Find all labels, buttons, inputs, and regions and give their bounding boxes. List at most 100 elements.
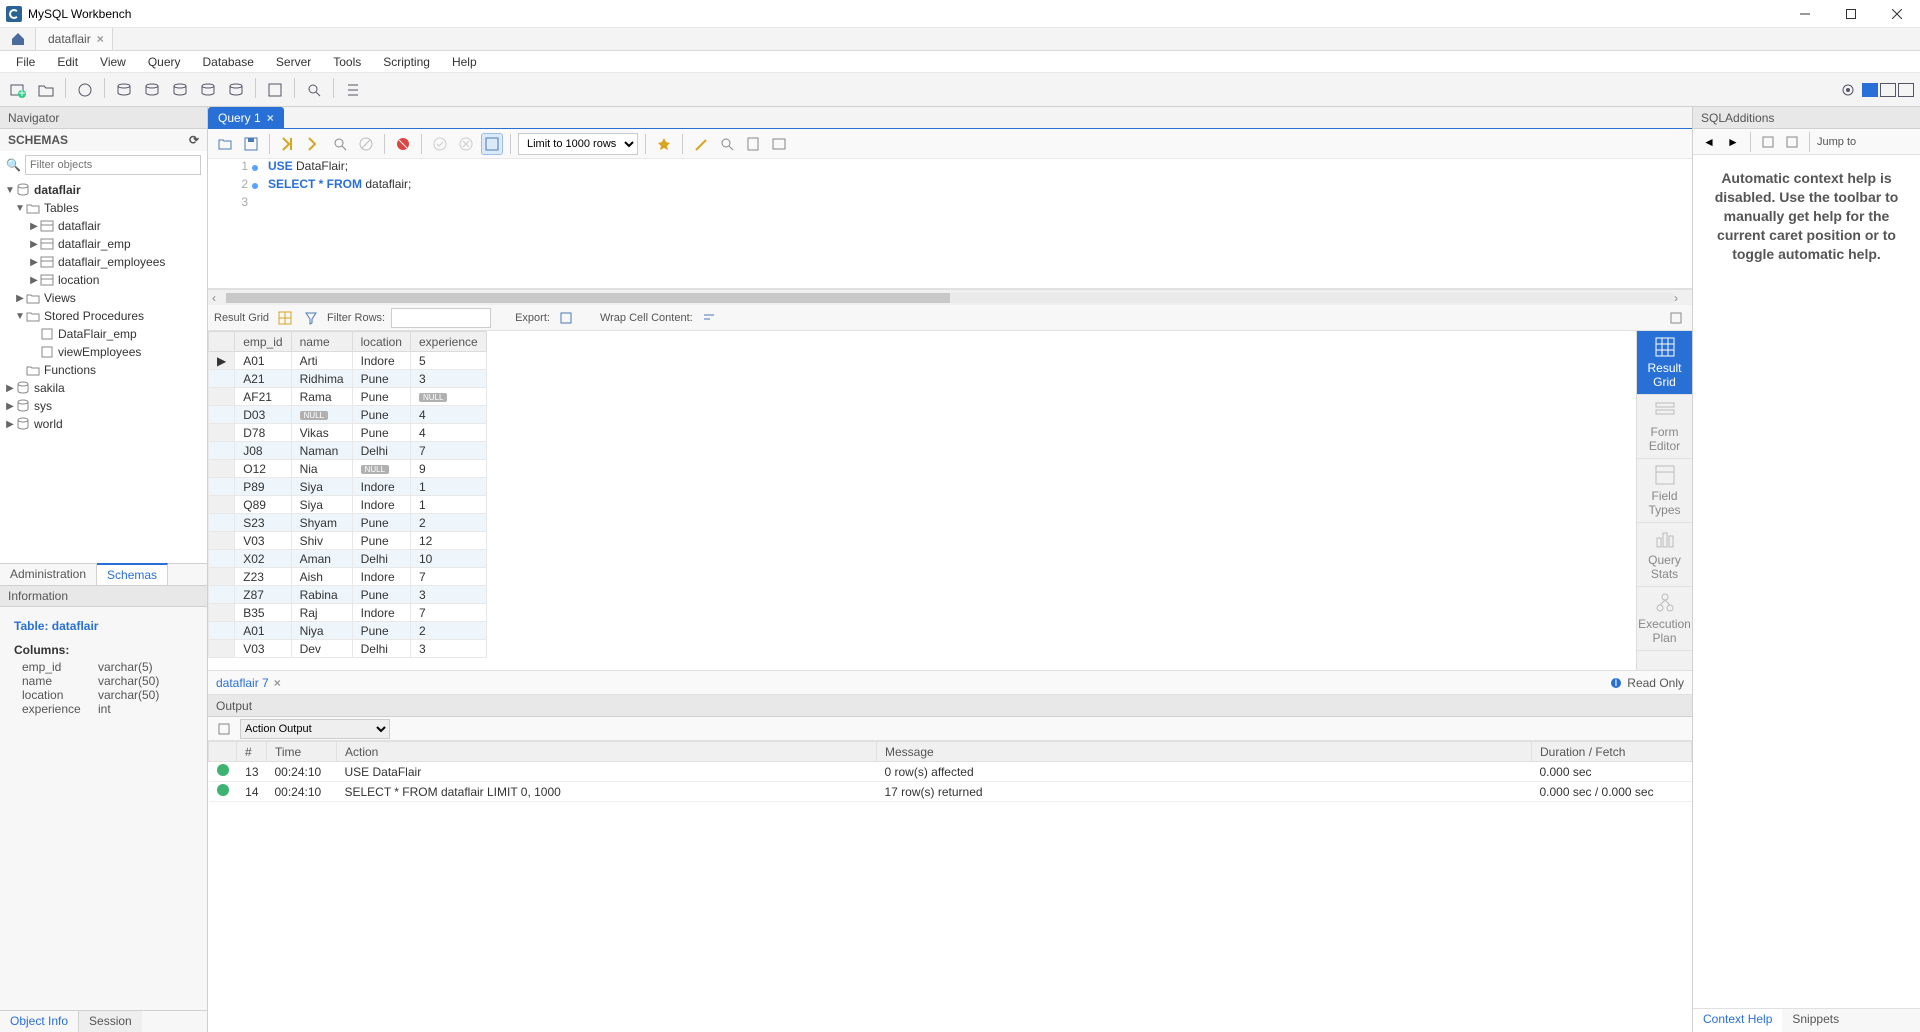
folder-views[interactable]: Views [44,291,76,305]
no-limit-icon[interactable] [392,133,414,155]
filter-rows-input[interactable] [391,308,491,328]
tb-icon-6[interactable] [224,78,248,102]
tab-schemas[interactable]: Schemas [97,563,168,585]
explain-icon[interactable] [329,133,351,155]
menu-file[interactable]: File [6,53,45,71]
commit-icon[interactable] [429,133,451,155]
folder-functions[interactable]: Functions [44,363,96,377]
stop-icon[interactable] [355,133,377,155]
close-icon[interactable]: × [267,111,274,125]
sql-editor[interactable]: 1USE DataFlair; 2SELECT * FROM dataflair… [208,159,1692,289]
output-table[interactable]: #TimeActionMessageDuration / Fetch1300:2… [208,741,1692,1032]
tb-icon-3[interactable] [140,78,164,102]
close-icon[interactable]: × [97,32,104,46]
settings-icon[interactable] [1836,78,1860,102]
table-dataflair-employees[interactable]: dataflair_employees [58,255,165,269]
help-icon-1[interactable] [1758,132,1778,152]
save-icon[interactable] [240,133,262,155]
autocommit-icon[interactable] [481,133,503,155]
invisible-icon[interactable] [768,133,790,155]
tb-icon-2[interactable] [112,78,136,102]
layout-toggle-1[interactable] [1862,83,1878,97]
proc-icon [40,327,54,341]
maximize-button[interactable] [1828,0,1874,28]
limit-select[interactable]: Limit to 1000 rows [518,133,638,155]
result-tab[interactable]: dataflair 7× [216,676,281,690]
sp-viewemployees[interactable]: viewEmployees [58,345,141,359]
menu-database[interactable]: Database [193,53,264,71]
schema-world[interactable]: world [34,417,63,431]
open-icon[interactable] [214,133,236,155]
view-execution-plan[interactable]: Execution Plan [1637,587,1693,651]
editor-toolbar: Limit to 1000 rows [208,129,1692,159]
open-sql-button[interactable] [34,78,58,102]
wrap-icon[interactable] [742,133,764,155]
tb-icon-4[interactable] [168,78,192,102]
tb-icon-8[interactable] [302,78,326,102]
menu-query[interactable]: Query [138,53,191,71]
menu-help[interactable]: Help [442,53,487,71]
prev-icon[interactable]: ◄ [1699,132,1719,152]
connection-tab[interactable]: dataflair × [36,28,113,50]
new-sql-tab-button[interactable]: + [6,78,30,102]
output-selector[interactable]: Action Output [240,719,390,739]
next-icon[interactable]: ► [1723,132,1743,152]
beautify-icon[interactable] [653,133,675,155]
table-location[interactable]: location [58,273,99,287]
pin-icon[interactable] [1666,308,1686,328]
tb-icon-7[interactable] [263,78,287,102]
minimize-button[interactable] [1782,0,1828,28]
menu-view[interactable]: View [90,53,136,71]
sp-dataflair-emp[interactable]: DataFlair_emp [58,327,137,341]
view-field-types[interactable]: Field Types [1637,459,1693,523]
editor-scrollbar[interactable]: ‹› [208,289,1692,305]
output-clear-icon[interactable] [214,719,234,739]
menu-server[interactable]: Server [266,53,321,71]
menu-edit[interactable]: Edit [47,53,88,71]
filter-input[interactable] [25,155,201,175]
tab-context-help[interactable]: Context Help [1693,1009,1782,1032]
execute-current-icon[interactable] [303,133,325,155]
tab-object-info[interactable]: Object Info [0,1011,78,1032]
schema-sys[interactable]: sys [34,399,52,413]
rollback-icon[interactable] [455,133,477,155]
menu-tools[interactable]: Tools [323,53,371,71]
close-icon[interactable]: × [274,676,281,690]
jump-to-label[interactable]: Jump to [1817,136,1856,148]
tb-icon-5[interactable] [196,78,220,102]
tab-session[interactable]: Session [78,1011,142,1032]
app-title: MySQL Workbench [28,7,131,21]
grid-icon[interactable] [275,308,295,328]
result-grid[interactable]: emp_idnamelocationexperience▶A01ArtiIndo… [208,331,1636,670]
tb-icon-9[interactable] [341,78,365,102]
table-dataflair-emp[interactable]: dataflair_emp [58,237,131,251]
execute-icon[interactable] [277,133,299,155]
view-strip: Result Grid Form Editor Field Types Quer… [1636,331,1692,670]
filter-icon[interactable] [301,308,321,328]
close-button[interactable] [1874,0,1920,28]
wrap-cell-icon[interactable] [699,308,719,328]
tab-administration[interactable]: Administration [0,564,97,585]
tab-snippets[interactable]: Snippets [1782,1009,1849,1032]
schema-tree[interactable]: ▼dataflair ▼Tables ▶dataflair ▶dataflair… [0,179,207,563]
schema-dataflair[interactable]: dataflair [34,183,81,197]
refresh-icon[interactable]: ⟳ [189,133,199,147]
folder-tables[interactable]: Tables [44,201,79,215]
layout-toggle-3[interactable] [1898,83,1914,97]
export-icon[interactable] [556,308,576,328]
information-body: Table: dataflair Columns: emp_idvarchar(… [0,607,207,1011]
find-icon[interactable] [690,133,712,155]
layout-toggle-2[interactable] [1880,83,1896,97]
query-tab[interactable]: Query 1 × [208,107,284,128]
view-query-stats[interactable]: Query Stats [1637,523,1693,587]
schema-sakila[interactable]: sakila [34,381,65,395]
folder-sp[interactable]: Stored Procedures [44,309,144,323]
table-dataflair[interactable]: dataflair [58,219,101,233]
zoom-icon[interactable] [716,133,738,155]
view-form-editor[interactable]: Form Editor [1637,395,1693,459]
home-tab[interactable] [0,28,36,50]
tb-icon-1[interactable] [73,78,97,102]
help-icon-2[interactable] [1782,132,1802,152]
menu-scripting[interactable]: Scripting [373,53,440,71]
view-result-grid[interactable]: Result Grid [1637,331,1693,395]
